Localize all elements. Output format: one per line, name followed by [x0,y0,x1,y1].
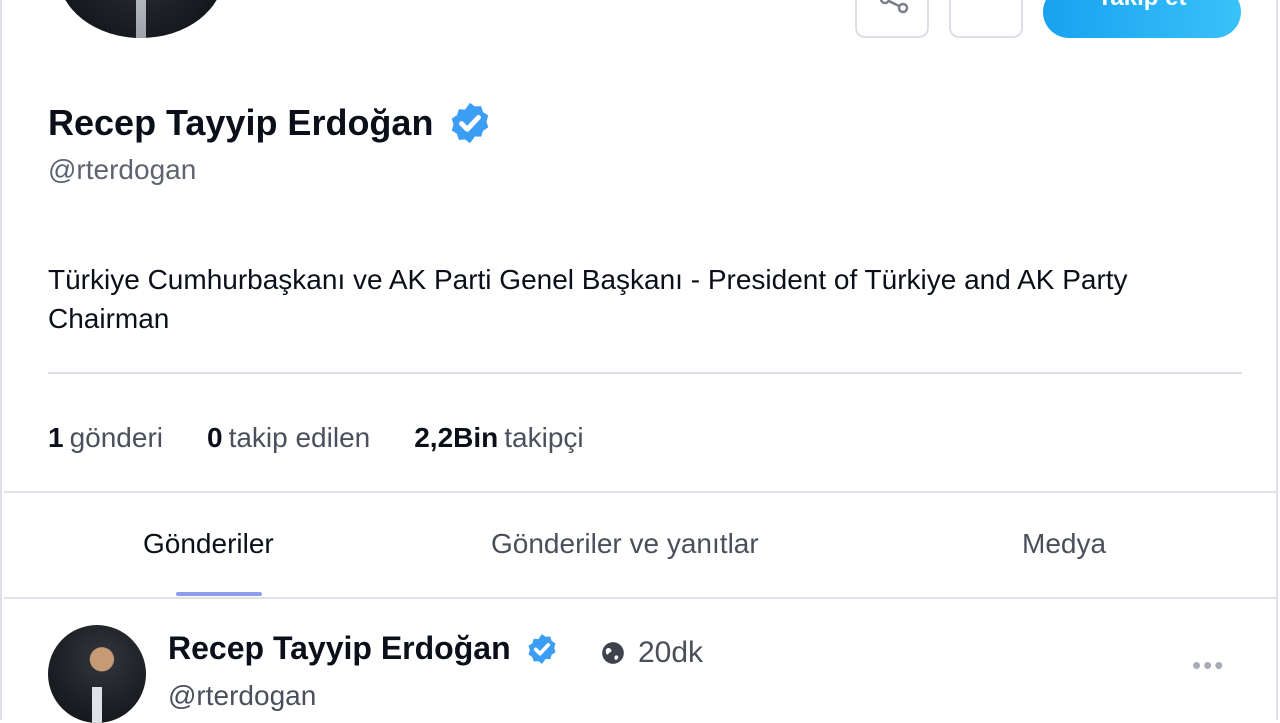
stat-posts-label: gönderi [69,422,163,453]
active-tab-indicator [176,592,262,596]
tab-posts[interactable]: Gönderiler [143,528,274,560]
stat-followers[interactable]: 2,2Bin takipçi [414,422,583,454]
more-dots-icon: ••• [951,0,1021,11]
tab-media[interactable]: Medya [1022,528,1106,560]
follow-button-label: Takip et [1098,0,1187,11]
post-author-row: Recep Tayyip Erdoğan [168,630,559,667]
stat-following[interactable]: 0 takip edilen [207,422,370,454]
stat-following-label: takip edilen [228,422,371,453]
share-icon [879,0,909,14]
stat-following-value: 0 [206,422,223,453]
post-author-avatar[interactable] [48,625,146,723]
tab-posts-and-replies[interactable]: Gönderiler ve yanıtlar [491,528,759,560]
profile-stats: 1 gönderi 0 takip edilen 2,2Bin takipçi [48,422,584,454]
tabs-divider [4,597,1278,599]
profile-bio: Türkiye Cumhurbaşkanı ve AK Parti Genel … [48,264,1128,334]
stat-posts-value: 1 [48,422,64,453]
stat-posts[interactable]: 1 gönderi [48,422,163,454]
bio-divider [48,372,1242,374]
post-time[interactable]: 20dk [638,636,703,670]
stat-followers-label: takipçi [504,422,584,453]
globe-icon [602,642,624,664]
stats-divider [4,491,1278,493]
verified-badge-icon [528,633,556,664]
profile-name-row: Recep Tayyip Erdoğan [48,100,493,146]
profile-name: Recep Tayyip Erdoğan [48,102,434,143]
verified-badge-icon [452,102,489,144]
follow-button[interactable]: Takip et [1043,0,1241,38]
post-more-button[interactable]: ••• [1192,650,1225,681]
post-author-handle[interactable]: @rterdogan [168,680,316,712]
profile-handle: @rterdogan [48,154,197,185]
profile-panel: ••• Takip et Recep Tayyip Erdoğan @rterd… [0,0,1278,723]
profile-more-button[interactable]: ••• [949,0,1023,38]
post-meta: 20dk [600,636,703,670]
post-author-name[interactable]: Recep Tayyip Erdoğan [168,630,511,667]
stat-followers-value: 2,2Bin [414,422,499,453]
profile-avatar[interactable] [58,0,224,38]
share-button[interactable] [855,0,929,38]
